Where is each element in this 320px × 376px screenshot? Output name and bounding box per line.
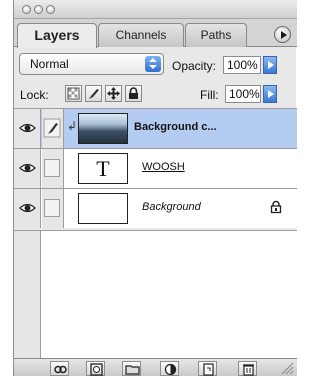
blend-mode-value: Normal — [30, 57, 69, 71]
minimize-button[interactable] — [34, 5, 43, 14]
checker-icon — [67, 87, 80, 100]
resize-grip-icon[interactable] — [276, 359, 294, 375]
visibility-toggle[interactable] — [14, 149, 41, 188]
opacity-slider-button[interactable] — [263, 56, 277, 74]
eye-icon — [19, 203, 36, 213]
folder-icon — [125, 365, 140, 375]
brush-icon — [89, 89, 99, 99]
panel-title-bar — [14, 0, 297, 19]
brush-icon — [43, 118, 61, 138]
tab-bar: Layers Channels Paths — [14, 19, 297, 48]
add-mask-button[interactable] — [86, 361, 105, 376]
new-group-button[interactable] — [122, 361, 141, 376]
visibility-toggle[interactable] — [14, 189, 41, 228]
clipping-arrow-icon: ↲ — [67, 119, 78, 133]
link-icon — [54, 365, 67, 374]
fill-slider-button[interactable] — [263, 85, 277, 103]
layer-thumbnail — [78, 193, 128, 224]
panel-menu-button[interactable] — [274, 26, 291, 43]
lock-transparency-button[interactable] — [65, 85, 82, 102]
blend-row: Normal Opacity: 100% — [14, 48, 297, 78]
tab-layers[interactable]: Layers — [17, 23, 97, 48]
adjustment-icon — [164, 363, 177, 376]
zoom-button[interactable] — [46, 5, 55, 14]
lock-position-button[interactable] — [105, 85, 122, 102]
lock-row: Lock: Fill: 100% — [14, 80, 297, 106]
layer-thumbnail — [78, 113, 128, 144]
lock-all-button[interactable] — [125, 85, 142, 102]
layers-bottom-toolbar — [14, 358, 297, 376]
layer-row[interactable]: Background — [14, 188, 297, 228]
layer-row[interactable]: ↲ Background c... — [14, 108, 297, 148]
opacity-label: Opacity: — [172, 59, 217, 73]
layer-row[interactable]: T WOOSH — [14, 148, 297, 188]
eye-icon — [19, 123, 36, 133]
opacity-input[interactable]: 100% — [223, 56, 261, 74]
layer-name[interactable]: Background — [142, 201, 201, 213]
lock-icon — [269, 200, 283, 214]
eye-icon — [19, 163, 36, 173]
tab-paths[interactable]: Paths — [185, 23, 247, 47]
layer-list-empty-area — [14, 230, 297, 361]
visibility-toggle[interactable] — [14, 109, 41, 148]
move-icon — [107, 87, 120, 100]
text-layer-thumbnail: T — [78, 153, 128, 184]
layer-link-toggle[interactable] — [42, 189, 64, 228]
close-button[interactable] — [22, 5, 31, 14]
new-layer-button[interactable] — [198, 361, 217, 376]
layer-link-toggle[interactable] — [42, 109, 64, 148]
layer-name[interactable]: Background c... — [134, 121, 217, 133]
layers-panel: Layers Channels Paths Normal Opacity: 10… — [13, 0, 297, 376]
fill-label: Fill: — [200, 88, 219, 102]
blend-mode-select[interactable]: Normal — [19, 53, 164, 75]
link-layers-button[interactable] — [50, 361, 69, 376]
lock-icon — [129, 87, 138, 99]
tab-channels[interactable]: Channels — [98, 23, 184, 47]
new-layer-icon — [203, 363, 214, 376]
dropdown-arrows-icon — [145, 56, 161, 72]
layer-name[interactable]: WOOSH — [142, 161, 185, 173]
lock-label: Lock: — [20, 88, 49, 102]
delete-layer-button[interactable] — [238, 361, 257, 376]
trash-icon — [243, 364, 254, 376]
layer-link-toggle[interactable] — [42, 149, 64, 188]
layer-list: ↲ Background c... T WOOSH Background — [14, 108, 297, 228]
new-adjustment-layer-button[interactable] — [160, 361, 179, 376]
lock-image-pixels-button[interactable] — [85, 85, 102, 102]
mask-icon — [90, 363, 103, 376]
fill-input[interactable]: 100% — [225, 85, 261, 103]
